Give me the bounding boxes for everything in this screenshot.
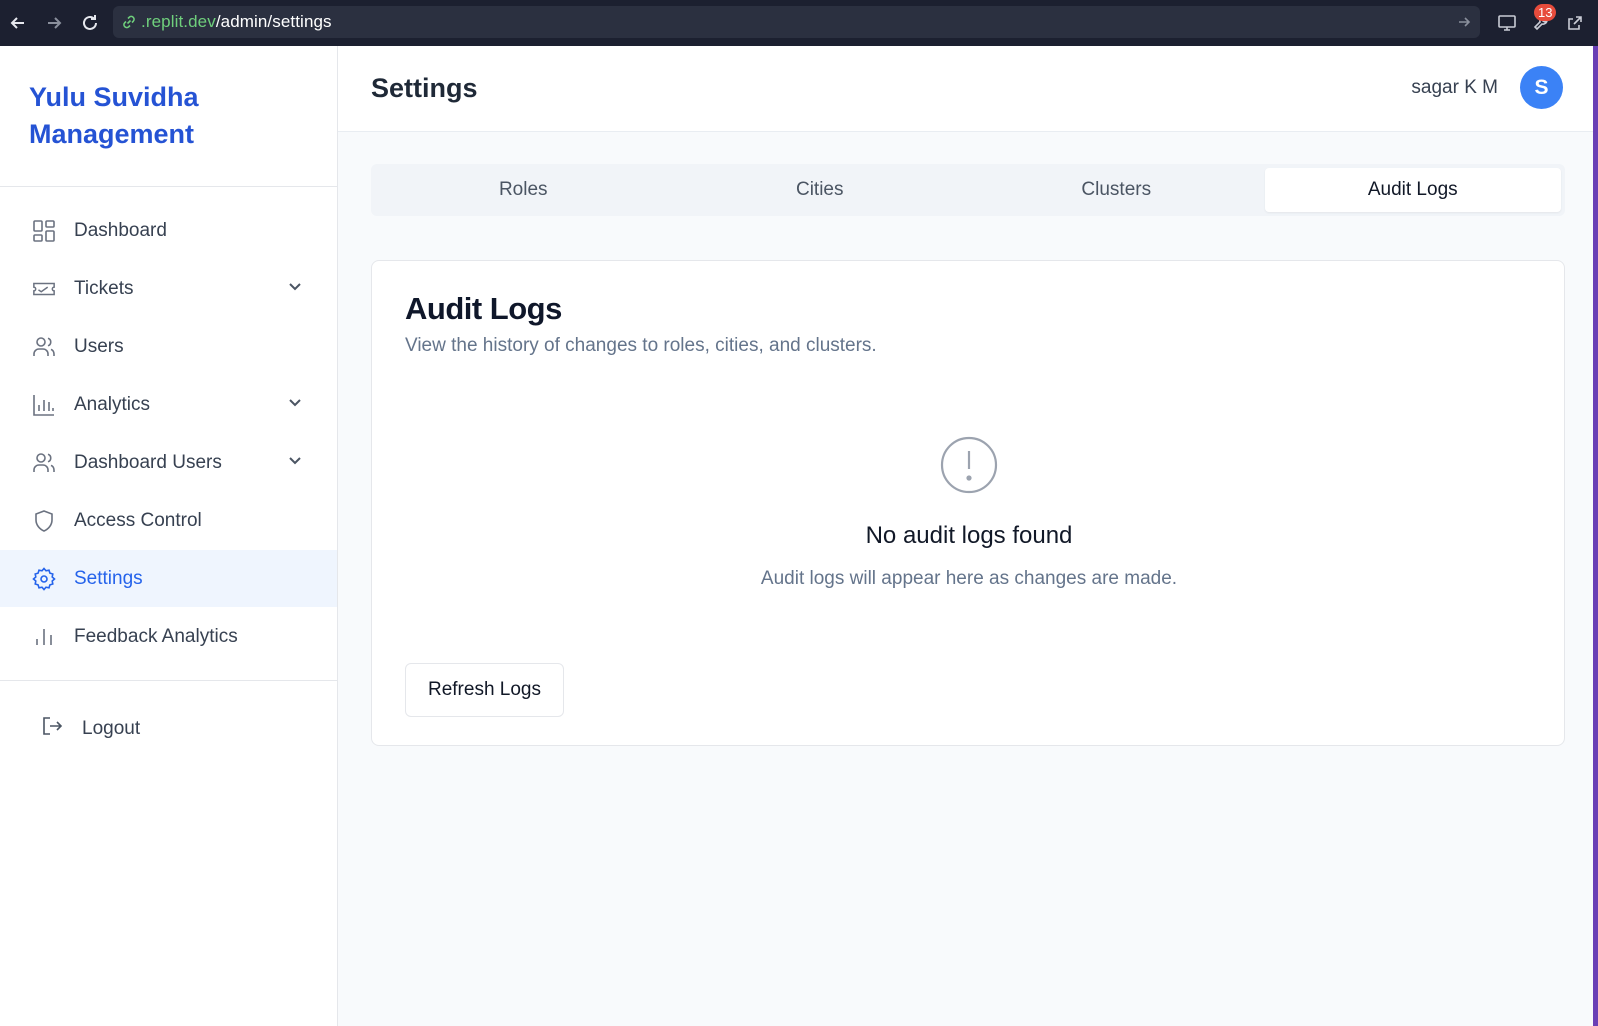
empty-state: No audit logs found Audit logs will appe… — [372, 435, 1566, 590]
bar-chart-icon — [32, 625, 56, 649]
tab-clusters[interactable]: Clusters — [968, 168, 1265, 212]
arrow-left-icon — [10, 17, 24, 29]
url-host: .replit.dev — [141, 12, 216, 31]
app-shell: Yulu Suvidha Management Dashboard Ticket… — [0, 46, 1593, 1026]
browser-toolbar: .replit.dev/admin/settings 13 — [0, 0, 1598, 46]
brand-title[interactable]: Yulu Suvidha Management — [29, 79, 229, 153]
sidebar-item-dashboard-users[interactable]: Dashboard Users — [0, 434, 337, 491]
audit-logs-card: Audit Logs View the history of changes t… — [371, 260, 1565, 746]
sidebar-item-label: Settings — [74, 567, 143, 589]
sidebar-item-label: Access Control — [74, 509, 202, 531]
avatar[interactable]: S — [1520, 66, 1563, 109]
go-arrow-icon[interactable] — [1456, 14, 1472, 35]
tab-audit-logs[interactable]: Audit Logs — [1264, 168, 1561, 212]
chevron-down-icon[interactable] — [287, 452, 303, 473]
reload-icon — [83, 15, 97, 30]
empty-state-title: No audit logs found — [865, 522, 1073, 549]
tab-cities[interactable]: Cities — [672, 168, 969, 212]
page-title: Settings — [371, 73, 478, 103]
sidebar-nav: Dashboard Tickets Users Analytics Dashbo… — [0, 187, 337, 681]
sidebar-item-access-control[interactable]: Access Control — [0, 492, 337, 549]
sidebar-item-label: Users — [74, 335, 124, 357]
url-bar[interactable]: .replit.dev/admin/settings — [113, 6, 1480, 38]
card-title: Audit Logs — [405, 291, 562, 326]
brand: Yulu Suvidha Management — [0, 46, 337, 187]
logout-label: Logout — [82, 717, 141, 739]
tab-roles[interactable]: Roles — [375, 168, 672, 212]
tools-button[interactable]: 13 — [1524, 0, 1558, 46]
logout-button[interactable]: Logout — [0, 681, 337, 776]
chevron-down-icon[interactable] — [287, 394, 303, 415]
sidebar-item-label: Analytics — [74, 393, 151, 415]
forward-button[interactable] — [36, 0, 72, 46]
shield-icon — [32, 509, 56, 533]
empty-state-subtitle: Audit logs will appear here as changes a… — [760, 568, 1178, 589]
users-icon — [32, 335, 56, 359]
bar-chart-icon — [32, 393, 56, 417]
sidebar-item-label: Feedback Analytics — [74, 625, 238, 647]
reload-button[interactable] — [72, 0, 108, 46]
top-header: Settings sagar K M S — [338, 46, 1593, 132]
ticket-icon — [32, 277, 56, 301]
sidebar-item-settings[interactable]: Settings — [0, 550, 337, 607]
user-menu[interactable]: sagar K M S — [1411, 66, 1563, 109]
external-link-icon — [1568, 16, 1582, 30]
notification-badge: 13 — [1534, 4, 1557, 21]
sidebar: Yulu Suvidha Management Dashboard Ticket… — [0, 46, 338, 1026]
back-button[interactable] — [0, 0, 36, 46]
user-name: sagar K M — [1411, 76, 1498, 98]
sidebar-item-analytics[interactable]: Analytics — [0, 376, 337, 433]
card-description: View the history of changes to roles, ci… — [405, 335, 877, 356]
sidebar-item-feedback-analytics[interactable]: Feedback Analytics — [0, 608, 337, 665]
sidebar-item-label: Dashboard — [74, 219, 167, 241]
users-icon — [32, 451, 56, 475]
arrow-right-icon — [48, 17, 62, 29]
sidebar-item-users[interactable]: Users — [0, 318, 337, 375]
open-new-window-button[interactable] — [1558, 0, 1592, 46]
gear-icon — [32, 566, 56, 591]
url-path: /admin/settings — [215, 12, 332, 31]
alert-circle-icon — [939, 435, 999, 500]
sidebar-item-dashboard[interactable]: Dashboard — [0, 202, 337, 259]
monitor-icon — [1498, 15, 1516, 31]
logout-icon — [40, 714, 64, 743]
refresh-logs-button[interactable]: Refresh Logs — [405, 663, 564, 717]
dashboard-grid-icon — [32, 219, 56, 243]
sidebar-item-tickets[interactable]: Tickets — [0, 260, 337, 317]
sidebar-item-label: Tickets — [74, 277, 134, 299]
main-content: Settings sagar K M S Roles Cities Cluste… — [338, 46, 1593, 1026]
devtools-button[interactable] — [1490, 0, 1524, 46]
settings-tabs: Roles Cities Clusters Audit Logs — [371, 164, 1565, 216]
sidebar-item-label: Dashboard Users — [74, 451, 222, 473]
window-edge — [1593, 46, 1598, 1026]
chevron-down-icon[interactable] — [287, 278, 303, 299]
link-icon — [123, 15, 135, 29]
